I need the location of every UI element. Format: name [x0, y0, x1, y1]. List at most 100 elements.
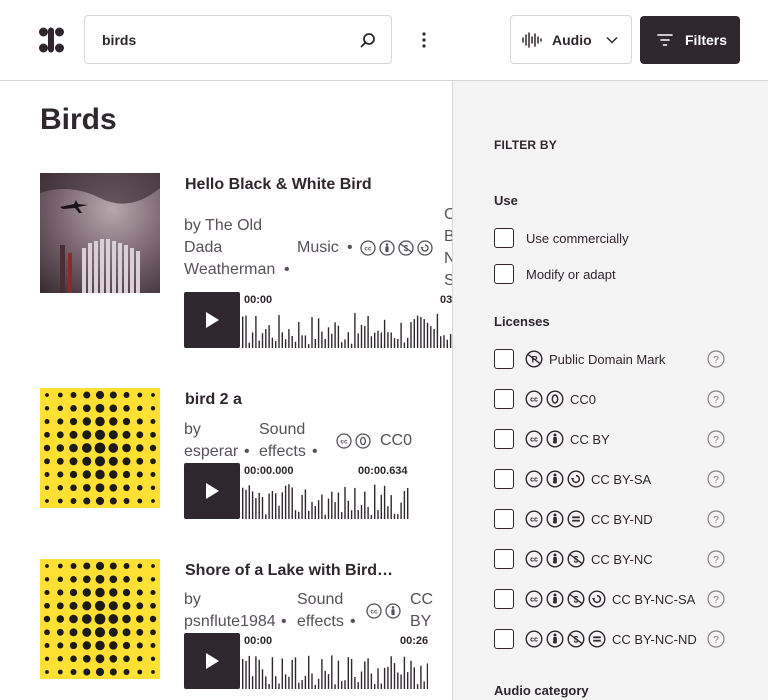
- license-label: CC BY-NC: [591, 552, 653, 567]
- by-icon: [546, 510, 564, 528]
- svg-text:cc: cc: [530, 517, 538, 524]
- meta-category-line1: Sound: [259, 421, 306, 438]
- license-option-cc-by-nd[interactable]: cc CC BY-ND?: [494, 509, 734, 529]
- checkbox[interactable]: [494, 389, 514, 409]
- use-option-modify[interactable]: Modify or adapt: [494, 264, 734, 284]
- search-input[interactable]: [85, 16, 347, 63]
- result-thumbnail[interactable]: [40, 173, 160, 293]
- cc-icon: cc: [525, 510, 543, 528]
- cc-icon: cc: [525, 590, 543, 608]
- svg-text:?: ?: [713, 514, 719, 526]
- license-option-public-domain-mark[interactable]: P Public Domain Mark?: [494, 349, 734, 369]
- play-button[interactable]: [184, 633, 240, 689]
- audio-category-title: Audio category: [494, 683, 589, 698]
- separator-dot: •: [244, 443, 250, 460]
- svg-text:cc: cc: [340, 439, 348, 446]
- openverse-logo-icon[interactable]: [39, 27, 65, 53]
- help-icon[interactable]: ?: [707, 470, 725, 488]
- license-option-cc-by-nc-sa[interactable]: cc $ CC BY-NC-SA?: [494, 589, 734, 609]
- meta-category: Music: [297, 239, 339, 256]
- by-icon: [546, 550, 564, 568]
- checkbox[interactable]: [494, 589, 514, 609]
- audio-waveform[interactable]: [240, 651, 428, 689]
- checkbox[interactable]: [494, 228, 514, 248]
- more-vertical-icon: [422, 32, 426, 48]
- svg-text:?: ?: [713, 394, 719, 406]
- meta-creator[interactable]: esperar: [184, 441, 238, 463]
- filter-sidebar: FILTER BY Use Use commercially Modify or…: [452, 81, 768, 700]
- license-label: CC BY-NC-SA: [612, 592, 696, 607]
- help-icon[interactable]: ?: [707, 430, 725, 448]
- play-icon: [206, 483, 219, 499]
- license-icons: cc: [525, 390, 564, 408]
- help-icon[interactable]: ?: [707, 390, 725, 408]
- play-button[interactable]: [184, 292, 240, 348]
- play-button[interactable]: [184, 463, 240, 519]
- license-icons: cc: [336, 433, 371, 449]
- nc-icon: $: [567, 590, 585, 608]
- content-type-label: Audio: [552, 31, 592, 48]
- checkbox[interactable]: [494, 629, 514, 649]
- by-icon: [546, 630, 564, 648]
- audio-waveform[interactable]: [240, 481, 410, 519]
- checkbox[interactable]: [494, 469, 514, 489]
- svg-text:cc: cc: [530, 397, 538, 404]
- pdm-icon: P: [525, 350, 543, 368]
- audio-result-2[interactable]: bird 2 a by esperar • Sound effects • cc…: [40, 388, 452, 538]
- by-icon: [546, 470, 564, 488]
- svg-text:?: ?: [713, 554, 719, 566]
- result-title[interactable]: Shore of a Lake with Bird…: [185, 562, 393, 580]
- result-thumbnail[interactable]: [40, 388, 160, 508]
- checkbox[interactable]: [494, 264, 514, 284]
- result-thumbnail[interactable]: [40, 559, 160, 679]
- zero-icon: [355, 433, 371, 449]
- license-label-line1: CC: [410, 591, 434, 608]
- nd-icon: [588, 630, 606, 648]
- audio-result-1[interactable]: Hello Black & White Bird by The Old Dada…: [40, 173, 456, 353]
- meta-creator[interactable]: psnflute1984: [184, 611, 276, 633]
- content-type-switcher[interactable]: Audio: [510, 15, 632, 64]
- filters-label: Filters: [685, 32, 728, 48]
- meta-creator-line3[interactable]: Weatherman: [184, 259, 275, 281]
- thumbnail-image: [40, 388, 160, 508]
- license-icons: cc: [525, 510, 585, 528]
- license-option-cc-by[interactable]: cc CC BY?: [494, 429, 734, 449]
- meta-creator-line1[interactable]: by The Old: [184, 215, 262, 237]
- audio-result-3[interactable]: Shore of a Lake with Bird… by psnflute19…: [40, 559, 452, 700]
- sa-icon: [567, 470, 585, 488]
- license-icons: cc $: [525, 550, 585, 568]
- audio-waveform[interactable]: [240, 310, 452, 348]
- filters-button[interactable]: Filters: [640, 16, 740, 64]
- cc-icon: cc: [525, 390, 543, 408]
- cc-icon: cc: [525, 430, 543, 448]
- help-icon[interactable]: ?: [707, 350, 725, 368]
- sa-icon: [417, 240, 433, 256]
- help-icon[interactable]: ?: [707, 590, 725, 608]
- license-label: CC0: [570, 392, 597, 407]
- result-title[interactable]: bird 2 a: [185, 391, 242, 409]
- help-icon[interactable]: ?: [707, 550, 725, 568]
- license-option-cc0[interactable]: cc CC0?: [494, 389, 734, 409]
- by-icon: [546, 590, 564, 608]
- meta-creator-line2[interactable]: Dada: [184, 237, 222, 259]
- help-icon[interactable]: ?: [707, 510, 725, 528]
- header: Audio Filters: [0, 0, 768, 81]
- thumbnail-image: [40, 173, 160, 293]
- checkbox[interactable]: [494, 349, 514, 369]
- license-icons: cc: [366, 603, 401, 619]
- license-option-cc-by-sa[interactable]: cc CC BY-SA?: [494, 469, 734, 489]
- result-title[interactable]: Hello Black & White Bird: [185, 176, 372, 194]
- svg-text:cc: cc: [530, 477, 538, 484]
- time-start: 00:00.000: [244, 465, 294, 477]
- help-icon[interactable]: ?: [707, 630, 725, 648]
- use-option-commercial[interactable]: Use commercially: [494, 228, 734, 248]
- checkbox[interactable]: [494, 429, 514, 449]
- license-option-cc-by-nc[interactable]: cc $ CC BY-NC?: [494, 549, 734, 569]
- checkbox[interactable]: [494, 509, 514, 529]
- license-option-cc-by-nc-nd[interactable]: cc $ CC BY-NC-ND?: [494, 629, 734, 649]
- license-icons: cc $: [525, 630, 606, 648]
- more-menu-button[interactable]: [404, 20, 444, 60]
- checkbox[interactable]: [494, 549, 514, 569]
- search-bar: [84, 15, 392, 64]
- search-button[interactable]: [345, 16, 391, 63]
